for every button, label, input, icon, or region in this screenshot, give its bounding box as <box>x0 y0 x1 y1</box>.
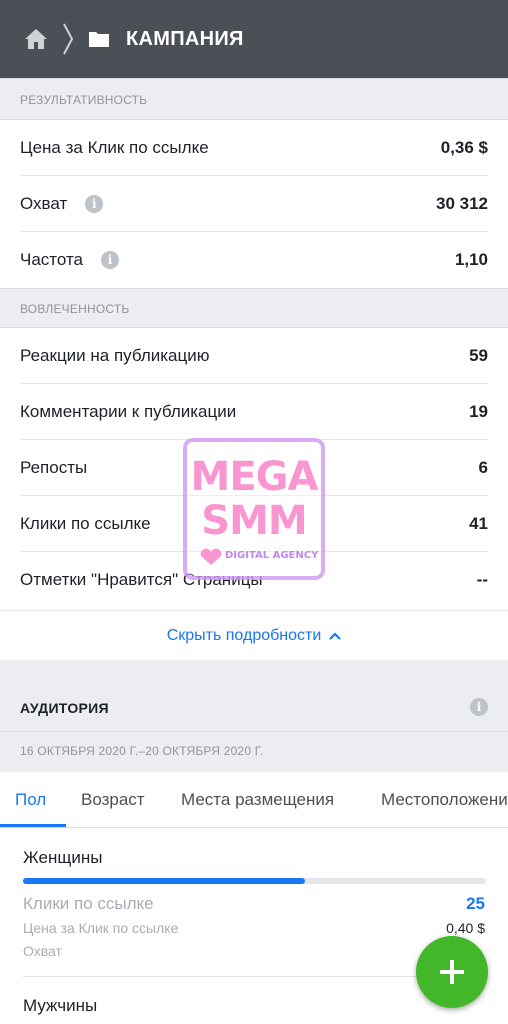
metric-row-reactions: Реакции на публикацию 59 <box>20 328 488 384</box>
chevron-right-icon <box>63 23 74 55</box>
audience-title: АУДИТОРИЯ <box>20 700 109 716</box>
metric-value: 25 <box>466 894 485 913</box>
metric-value: 0,36 $ <box>440 137 488 157</box>
section-label: ВОВЛЕЧЕННОСТЬ <box>20 302 130 316</box>
metric-label: Реакции на публикацию <box>20 345 210 365</box>
heart-icon <box>200 548 222 565</box>
metric-label: Клики по ссылке <box>20 513 151 533</box>
women-metric-cpc: Цена за Клик по ссылке 0,40 $ <box>23 920 485 936</box>
metric-value: 59 <box>469 345 488 365</box>
hide-details-label: Скрыть подробности <box>166 626 322 644</box>
watermark-line2: SMM <box>201 498 307 544</box>
metric-value: 30 312 <box>436 193 488 213</box>
watermark-line1: MEGA <box>190 454 319 500</box>
section-header-engagement: ВОВЛЕЧЕННОСТЬ <box>0 288 508 328</box>
active-tab-indicator <box>0 824 66 827</box>
plus-icon <box>440 960 464 984</box>
group-label-men: Мужчины <box>23 996 98 1015</box>
audience-date-range: 16 ОКТЯБРЯ 2020 Г.–20 ОКТЯБРЯ 2020 Г. <box>20 744 264 758</box>
tab-age[interactable]: Возраст <box>81 790 145 810</box>
metric-value: -- <box>476 570 488 589</box>
metric-row-reach: Охват i 30 312 <box>20 176 488 232</box>
divider <box>0 731 508 732</box>
women-metric-reach: Охват <box>23 943 485 959</box>
tab-location[interactable]: Местоположение <box>381 790 508 810</box>
audience-tabs: Пол Возраст Места размещения Местоположе… <box>0 772 508 828</box>
metric-value: 0,40 $ <box>446 920 485 936</box>
metric-value: 6 <box>478 457 488 477</box>
metric-label: Охват <box>23 943 62 959</box>
metric-row-frequency: Частота i 1,10 <box>20 232 488 288</box>
tab-gender[interactable]: Пол <box>15 790 46 810</box>
folder-icon <box>89 32 109 47</box>
metric-label: Цена за Клик по ссылке <box>23 920 179 936</box>
home-icon[interactable] <box>24 28 48 50</box>
top-bar: КАМПАНИЯ <box>0 0 508 78</box>
metric-label: Цена за Клик по ссылке <box>20 137 209 157</box>
tab-placements[interactable]: Места размещения <box>181 790 334 810</box>
women-progress-bar <box>23 878 486 884</box>
metric-row-comments: Комментарии к публикации 19 <box>20 384 488 440</box>
metric-value: 41 <box>469 513 488 533</box>
women-metric-link-clicks: Клики по ссылке 25 <box>23 894 485 914</box>
metric-label: Комментарии к публикации <box>20 401 237 421</box>
metric-value: 19 <box>469 401 488 421</box>
section-label: РЕЗУЛЬТАТИВНОСТЬ <box>20 93 148 107</box>
metric-row-cpc: Цена за Клик по ссылке 0,36 $ <box>20 120 488 176</box>
women-progress-fill <box>23 878 306 884</box>
watermark-line3: DIGITAL AGENCY <box>225 550 319 561</box>
metric-label: Частота <box>20 250 84 269</box>
watermark-logo: MEGA SMM DIGITAL AGENCY <box>183 438 325 580</box>
section-header-performance: РЕЗУЛЬТАТИВНОСТЬ <box>0 78 508 120</box>
metric-value: 1,10 <box>454 250 488 269</box>
group-label-women: Женщины <box>23 848 103 867</box>
info-icon[interactable]: i <box>85 194 104 213</box>
page-title: КАМПАНИЯ <box>126 27 244 50</box>
hide-details-button[interactable]: Скрыть подробности <box>0 610 508 660</box>
info-icon[interactable]: i <box>101 251 120 269</box>
chevron-up-icon <box>329 631 342 640</box>
metric-label: Охват <box>20 193 68 213</box>
add-button[interactable] <box>416 936 488 1008</box>
metric-label: Репосты <box>20 457 88 477</box>
metric-label: Клики по ссылке <box>23 894 154 913</box>
info-icon[interactable]: i <box>470 698 488 716</box>
